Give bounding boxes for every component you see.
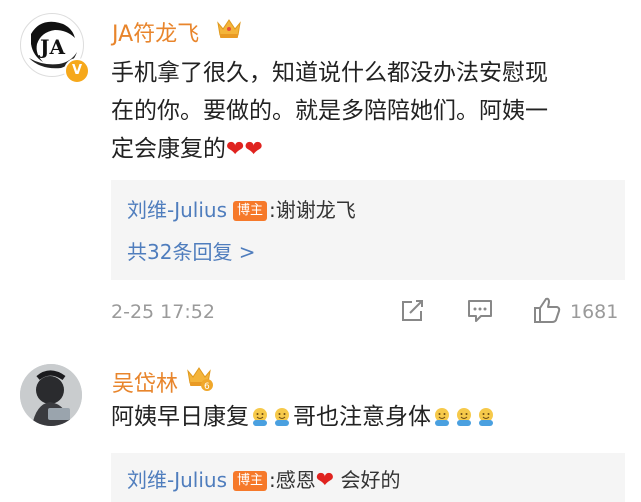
avatar-wudailin[interactable]	[20, 364, 82, 426]
heart-emoji: ❤	[315, 468, 335, 493]
hug-emoji	[271, 402, 293, 440]
comment-2-body-middle: 哥也注意身体	[293, 404, 431, 430]
comment-1-body-line-2: 在的你。要做的。就是多陪陪她们。阿姨一	[111, 98, 548, 124]
verified-badge-icon: V	[64, 58, 90, 84]
reply-author-name[interactable]: 刘维-Julius	[127, 468, 227, 492]
comment-1-body: 手机拿了很久，知道说什么都没办法安慰现 在的你。要做的。就是多陪陪她们。阿姨一 …	[111, 54, 631, 169]
avatar-wudailin-photo	[20, 364, 82, 426]
more-replies-link[interactable]: 共32条回复 >	[127, 236, 256, 265]
comment-1-username[interactable]: JA符龙飞	[112, 16, 199, 48]
comment-2-username[interactable]: 吴岱林	[112, 366, 178, 398]
comment-1-reply[interactable]: 刘维-Julius 博主:谢谢龙飞	[127, 194, 356, 223]
reply-author-name[interactable]: 刘维-Julius	[127, 198, 227, 222]
reply-text-after: 会好的	[334, 468, 401, 492]
heart-emoji: ❤	[244, 137, 263, 162]
author-tag: 博主	[233, 201, 268, 221]
svg-text:JA: JA	[38, 35, 65, 59]
like-count: 1681	[570, 301, 619, 323]
comment-1-body-line-3-text: 定会康复的	[111, 136, 226, 162]
comment-1-body-line-3: 定会康复的❤❤	[111, 130, 631, 169]
comment-2-reply[interactable]: 刘维-Julius 博主:感恩❤ 会好的	[127, 464, 401, 493]
hug-emoji	[431, 402, 453, 440]
comment-icon[interactable]	[466, 298, 494, 324]
author-tag: 博主	[233, 471, 268, 491]
comment-1-timestamp: 2-25 17:52	[111, 301, 215, 323]
crown-icon	[217, 19, 241, 38]
comment-2-body: 阿姨早日康复 哥也注意身体	[111, 398, 497, 440]
svg-text:6: 6	[204, 382, 210, 391]
comment-2-body-start: 阿姨早日康复	[111, 404, 249, 430]
comment-1-body-line-1: 手机拿了很久，知道说什么都没办法安慰现	[111, 60, 548, 86]
crown-icon: 6	[187, 367, 213, 391]
hug-emoji	[475, 402, 497, 440]
like-icon[interactable]	[532, 296, 562, 324]
hug-emoji	[249, 402, 271, 440]
share-icon[interactable]	[400, 299, 426, 323]
reply-text: :谢谢龙飞	[269, 198, 356, 222]
hug-emoji	[453, 402, 475, 440]
reply-text-before: :感恩	[269, 468, 316, 492]
heart-emoji: ❤	[226, 137, 245, 162]
